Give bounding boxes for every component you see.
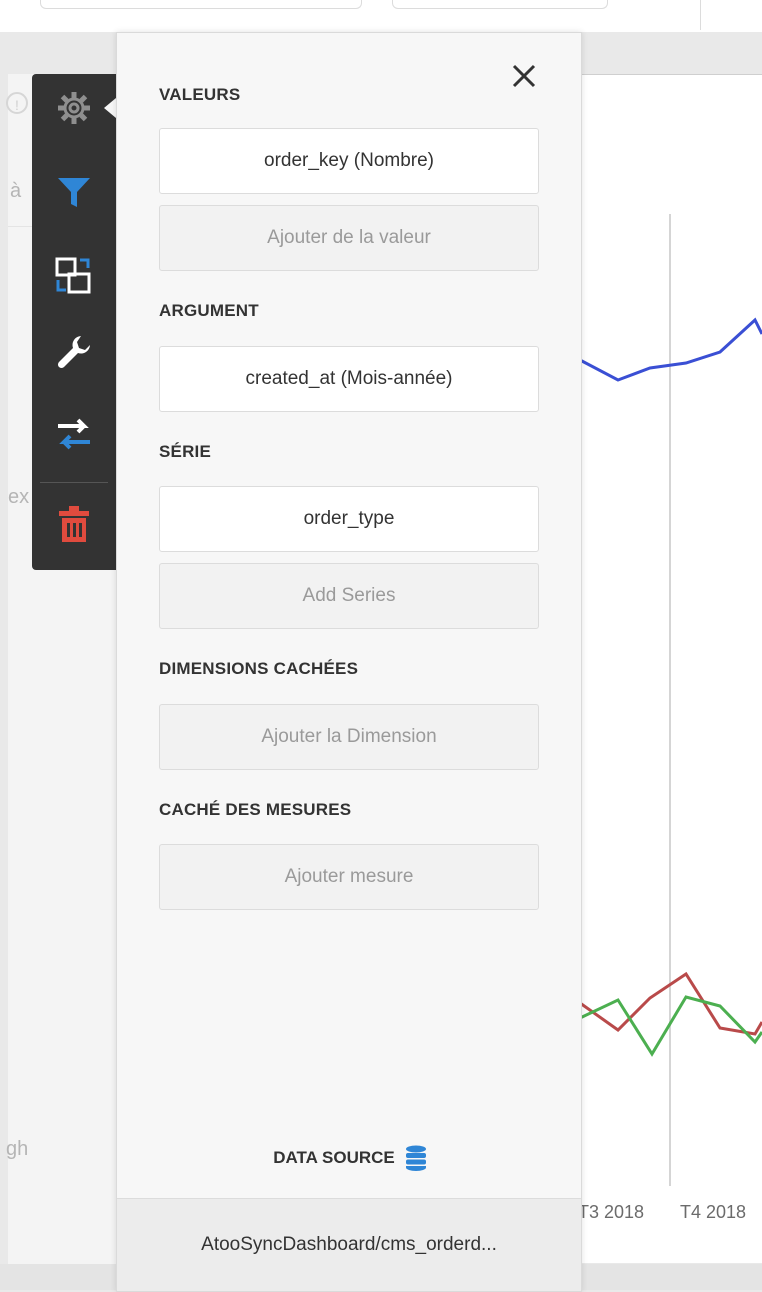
- data-source-name[interactable]: AtooSyncDashboard/cms_orderd...: [117, 1198, 581, 1291]
- argument-item[interactable]: created_at (Mois-année): [159, 346, 539, 412]
- data-source-title: DATA SOURCE: [273, 1148, 395, 1167]
- convert-icon: [55, 257, 91, 294]
- swap-button[interactable]: [52, 412, 96, 456]
- chart-tick-label: T3 2018: [578, 1202, 645, 1222]
- wrench-icon: [57, 336, 90, 369]
- filter-icon: [58, 178, 90, 207]
- close-icon: [512, 64, 536, 88]
- values-item[interactable]: order_key (Nombre): [159, 128, 539, 194]
- add-dimension-button[interactable]: Ajouter la Dimension: [159, 704, 539, 770]
- toolbar-pointer: [104, 98, 116, 118]
- delete-button[interactable]: [52, 502, 96, 546]
- trash-icon: [59, 506, 89, 542]
- chart-tick-label: T4 2018: [680, 1202, 747, 1222]
- section-title-hidden-dimensions: DIMENSIONS CACHÉES: [159, 659, 359, 678]
- gear-icon: [58, 92, 90, 124]
- data-source-header: DATA SOURCE: [117, 1145, 583, 1171]
- series-item[interactable]: order_type: [159, 486, 539, 552]
- add-series-button[interactable]: Add Series: [159, 563, 539, 629]
- toolbar-divider: [40, 482, 108, 483]
- item-toolbar: [32, 74, 116, 570]
- section-title-values: VALEURS: [159, 85, 241, 104]
- section-title-hidden-measures: CACHÉ DES MESURES: [159, 800, 352, 819]
- data-items-panel: VALEURS order_key (Nombre) Ajouter de la…: [116, 32, 582, 1292]
- close-button[interactable]: [507, 59, 541, 93]
- database-icon: [405, 1145, 426, 1171]
- section-title-argument: ARGUMENT: [159, 301, 259, 320]
- add-value-button[interactable]: Ajouter de la valeur: [159, 205, 539, 271]
- swap-icon: [58, 418, 90, 450]
- filter-button[interactable]: [52, 170, 96, 214]
- add-measure-button[interactable]: Ajouter mesure: [159, 844, 539, 910]
- settings-button[interactable]: [52, 86, 96, 130]
- options-button[interactable]: [52, 330, 96, 374]
- convert-button[interactable]: [52, 254, 96, 298]
- section-title-series: SÉRIE: [159, 442, 212, 461]
